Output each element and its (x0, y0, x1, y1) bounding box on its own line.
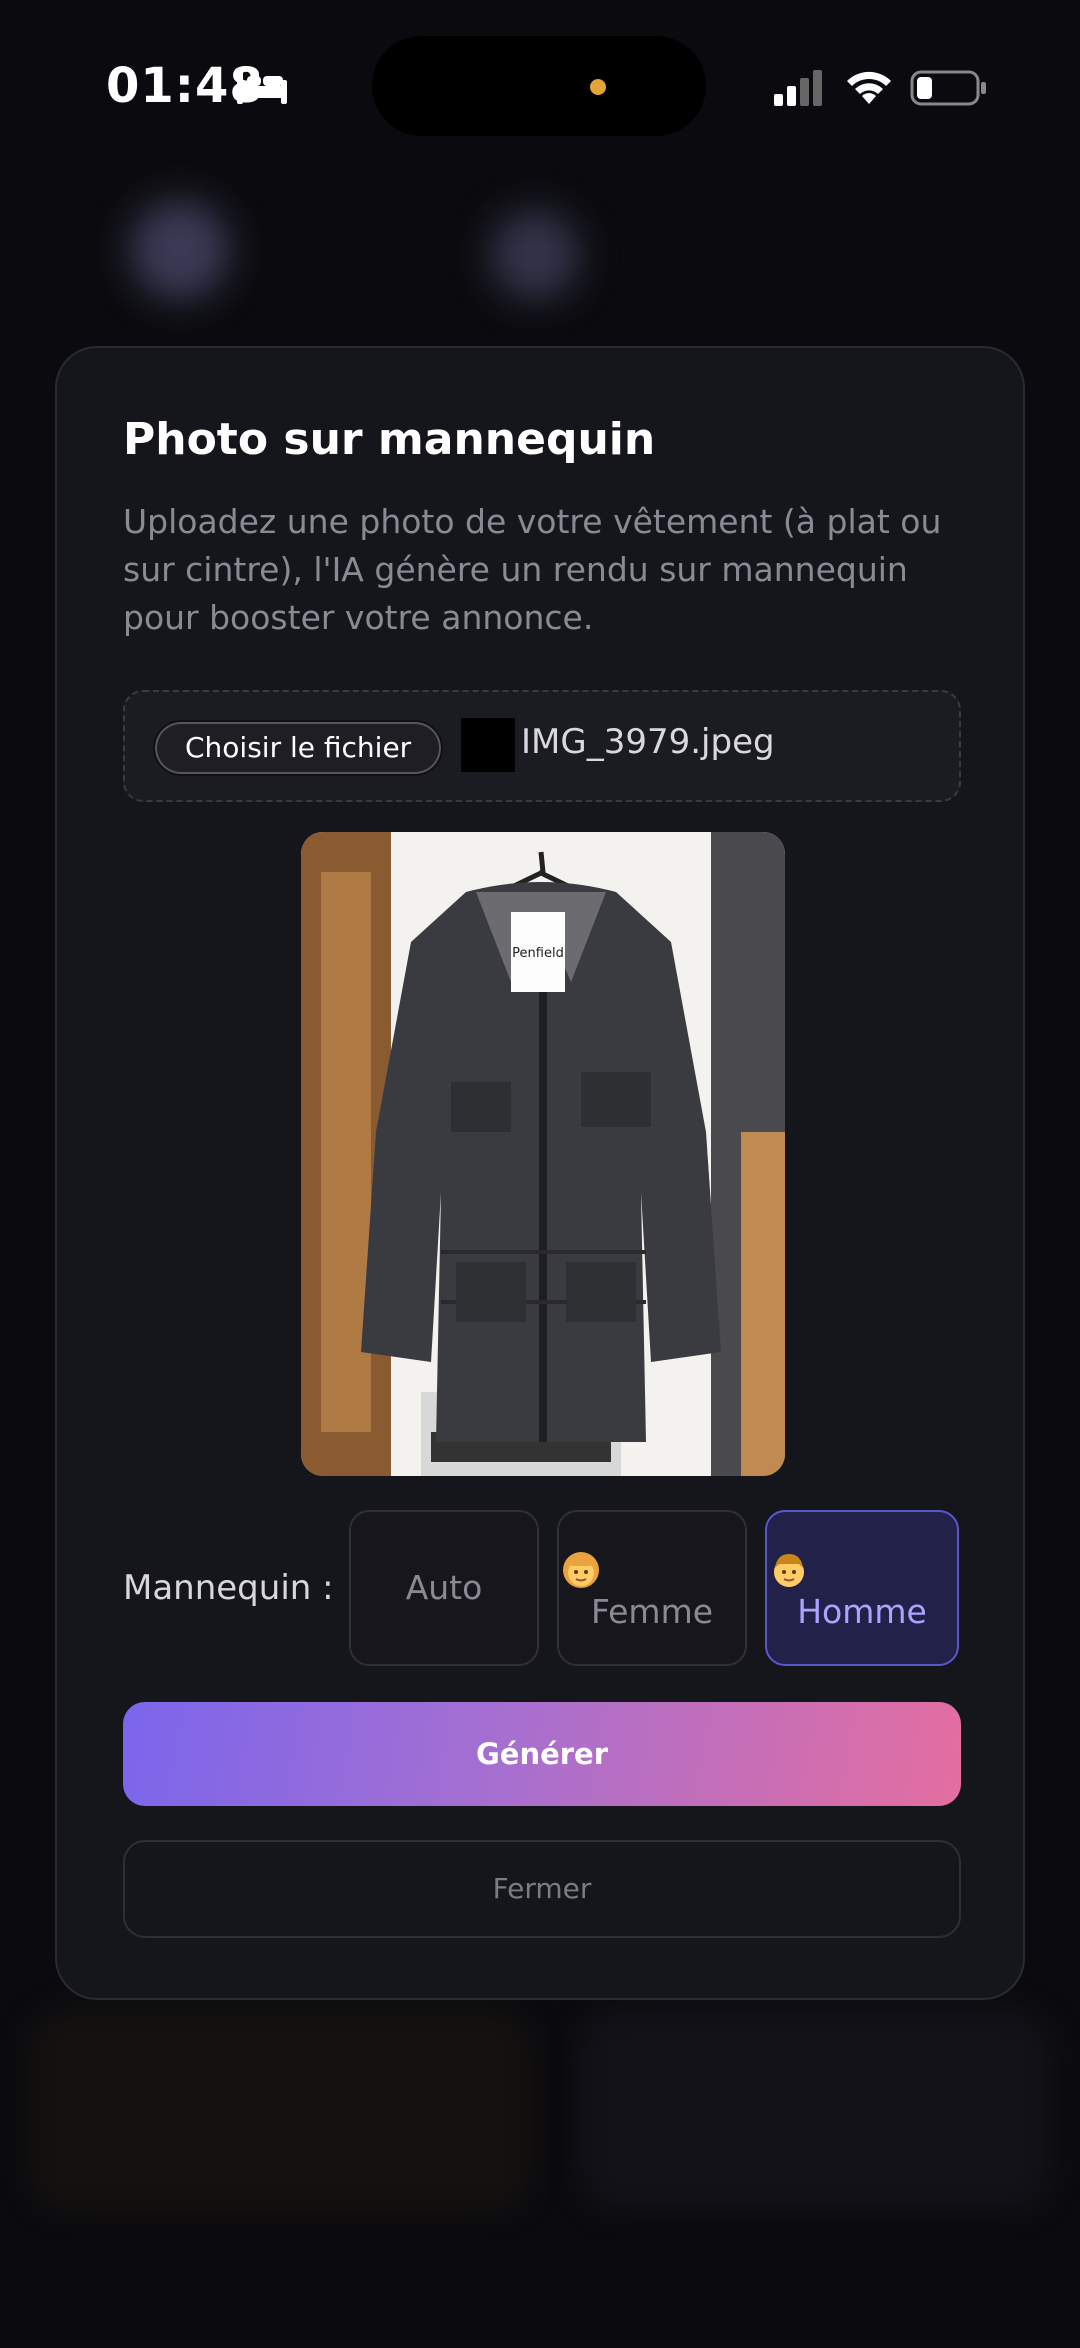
mannequin-photo-modal: Photo sur mannequin Uploadez une photo d… (55, 346, 1025, 2000)
dynamic-island (372, 36, 706, 136)
option-label: Auto (405, 1568, 483, 1607)
background-avatar-blur (490, 210, 580, 300)
mannequin-option-auto[interactable]: Auto (349, 1510, 539, 1666)
background-card-blur (580, 2010, 1050, 2210)
woman-emoji-icon (563, 1552, 599, 1588)
status-bar: 01:48 (0, 0, 1080, 180)
close-button[interactable]: Fermer (123, 1840, 961, 1938)
generate-button[interactable]: Générer (123, 1702, 961, 1806)
choose-file-button[interactable]: Choisir le fichier (153, 720, 444, 776)
file-thumbnail (461, 718, 515, 772)
signal-icon (774, 70, 822, 106)
mannequin-label: Mannequin : (123, 1568, 334, 1608)
garment-preview-image: Penfield (301, 832, 785, 1476)
file-dropzone[interactable]: Choisir le fichier IMG_3979.jpeg (123, 690, 961, 802)
file-name: IMG_3979.jpeg (521, 722, 775, 762)
option-label: Femme (590, 1592, 714, 1631)
battery-icon (910, 70, 986, 106)
background-card-blur (30, 2010, 530, 2210)
option-label: Homme (797, 1592, 927, 1631)
wifi-icon (847, 71, 891, 104)
modal-description: Uploadez une photo de votre vêtement (à … (123, 502, 942, 637)
background-avatar-blur (130, 200, 230, 300)
man-emoji-icon (774, 1554, 804, 1587)
mannequin-option-femme[interactable]: Femme (557, 1510, 747, 1666)
privacy-indicator-icon (590, 79, 606, 95)
brand-tag-text: Penfield (512, 946, 564, 961)
mannequin-option-homme[interactable]: Homme (765, 1510, 959, 1666)
modal-title: Photo sur mannequin (123, 414, 656, 465)
bed-icon (237, 70, 287, 104)
